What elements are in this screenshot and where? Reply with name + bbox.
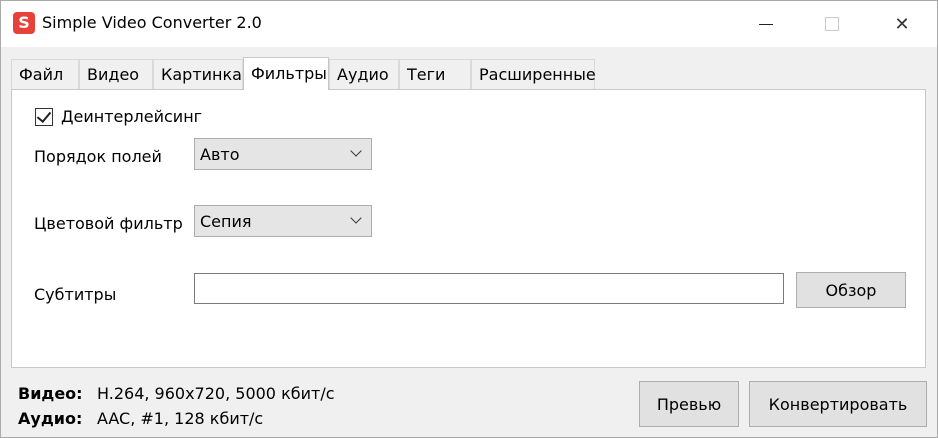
tab-tags[interactable]: Теги — [399, 59, 471, 89]
checkmark-icon — [36, 107, 52, 124]
subtitles-label: Субтитры — [34, 285, 117, 304]
audio-status-value: AAC, #1, 128 кбит/с — [97, 409, 264, 428]
tab-file[interactable]: Файл — [11, 59, 79, 89]
chevron-down-icon — [350, 145, 362, 157]
convert-button[interactable]: Конвертировать — [749, 381, 927, 427]
color-filter-label: Цветовой фильтр — [34, 214, 183, 233]
tab-picture[interactable]: Картинка — [153, 59, 243, 89]
deinterlace-checkbox[interactable] — [35, 107, 53, 126]
tab-advanced[interactable]: Расширенные — [471, 59, 596, 89]
subtitles-input[interactable] — [194, 273, 784, 304]
preview-button[interactable]: Превью — [639, 381, 739, 427]
field-order-value: Авто — [200, 145, 240, 164]
app-window: S Simple Video Converter 2.0 ✕ Файл Виде… — [0, 0, 938, 438]
close-button[interactable]: ✕ — [879, 1, 925, 47]
tab-filters[interactable]: Фильтры — [243, 57, 329, 90]
minimize-button[interactable] — [743, 1, 789, 47]
chevron-down-icon — [350, 212, 362, 224]
browse-button[interactable]: Обзор — [796, 272, 906, 308]
audio-status-label: Аудио: — [18, 409, 83, 428]
maximize-icon — [825, 17, 839, 31]
video-status-value: H.264, 960x720, 5000 кбит/с — [97, 384, 335, 403]
color-filter-select[interactable]: Сепия — [194, 205, 372, 237]
tab-audio[interactable]: Аудио — [329, 59, 399, 89]
close-icon: ✕ — [894, 13, 910, 35]
filters-panel: Деинтерлейсинг Порядок полей Авто Цветов… — [11, 89, 926, 368]
field-order-select[interactable]: Авто — [194, 138, 372, 170]
deinterlace-label[interactable]: Деинтерлейсинг — [61, 107, 202, 126]
tab-video[interactable]: Видео — [79, 59, 153, 89]
window-title: Simple Video Converter 2.0 — [42, 13, 262, 32]
field-order-label: Порядок полей — [34, 147, 162, 166]
title-bar[interactable]: S Simple Video Converter 2.0 ✕ — [1, 1, 937, 47]
color-filter-value: Сепия — [200, 212, 252, 231]
app-logo-icon: S — [13, 12, 35, 34]
maximize-button[interactable] — [809, 1, 855, 47]
video-status-label: Видео: — [18, 384, 83, 403]
minimize-icon — [759, 23, 773, 25]
